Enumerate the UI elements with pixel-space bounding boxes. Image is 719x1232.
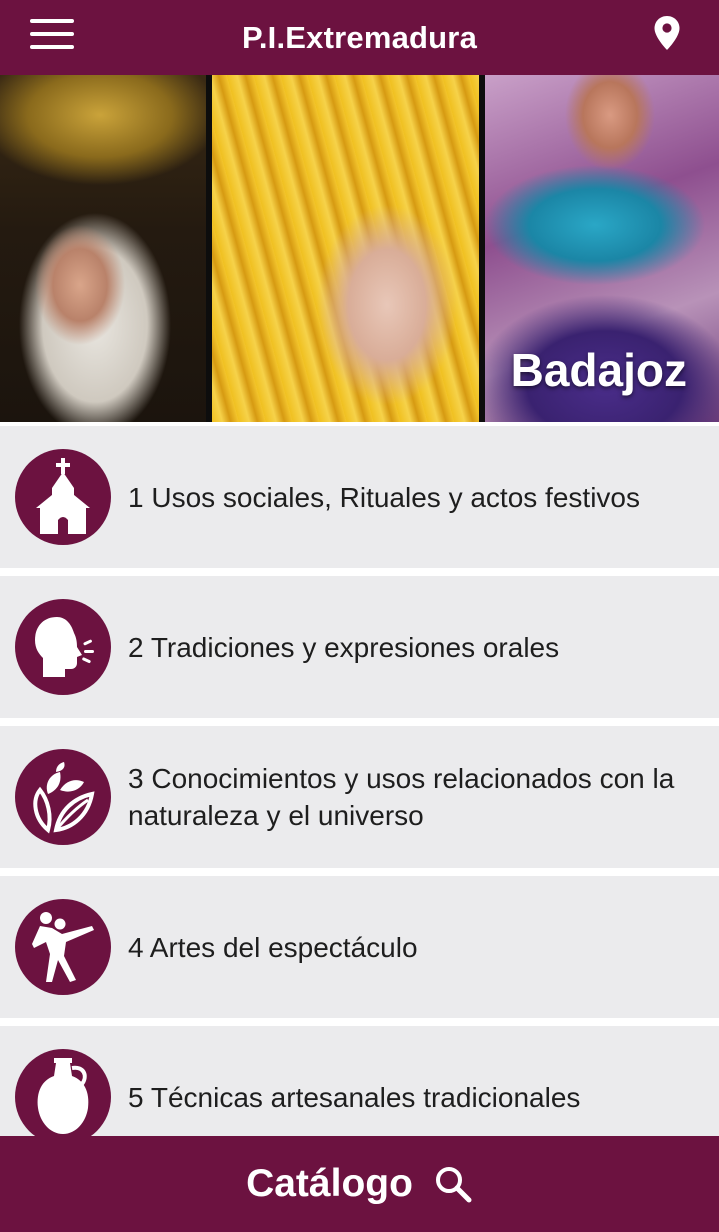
location-pin-icon[interactable] (653, 15, 681, 51)
leaves-icon (15, 749, 111, 845)
menu-icon[interactable] (30, 19, 74, 51)
category-label: 4 Artes del espectáculo (128, 931, 418, 963)
category-item-naturaleza-universo[interactable]: 3 Conocimientos y usos relacionados con … (0, 726, 719, 868)
category-label: 5 Técnicas artesanales tradicionales (128, 1081, 581, 1113)
banner-photo-religious-image (0, 75, 206, 422)
dancers-icon (15, 899, 111, 995)
app-title: P.I.Extremadura (241, 19, 478, 55)
banner-photo-carnival-mask (212, 75, 479, 422)
category-label: 2 Tradiciones y expresiones orales (128, 631, 560, 663)
top-app-bar: P.I.Extremadura (0, 0, 719, 75)
category-item-tradiciones-orales[interactable]: 2 Tradiciones y expresiones orales (0, 576, 719, 718)
category-item-artes-espectaculo[interactable]: 4 Artes del espectáculo (0, 876, 719, 1018)
chapel-icon (15, 449, 111, 545)
category-label: 1 Usos sociales, Rituales y actos festiv… (128, 481, 640, 513)
catalog-button[interactable]: Catálogo (0, 1136, 719, 1232)
speaking-head-icon (15, 599, 111, 695)
category-label: 3 Conocimientos y usos relacionados con … (128, 763, 675, 831)
jug-icon (15, 1049, 111, 1145)
category-item-usos-sociales[interactable]: 1 Usos sociales, Rituales y actos festiv… (0, 426, 719, 568)
search-icon (435, 1167, 472, 1203)
catalog-label: Catálogo (246, 1162, 413, 1205)
region-name: Badajoz (510, 344, 687, 396)
region-banner[interactable]: Badajoz (0, 75, 719, 422)
